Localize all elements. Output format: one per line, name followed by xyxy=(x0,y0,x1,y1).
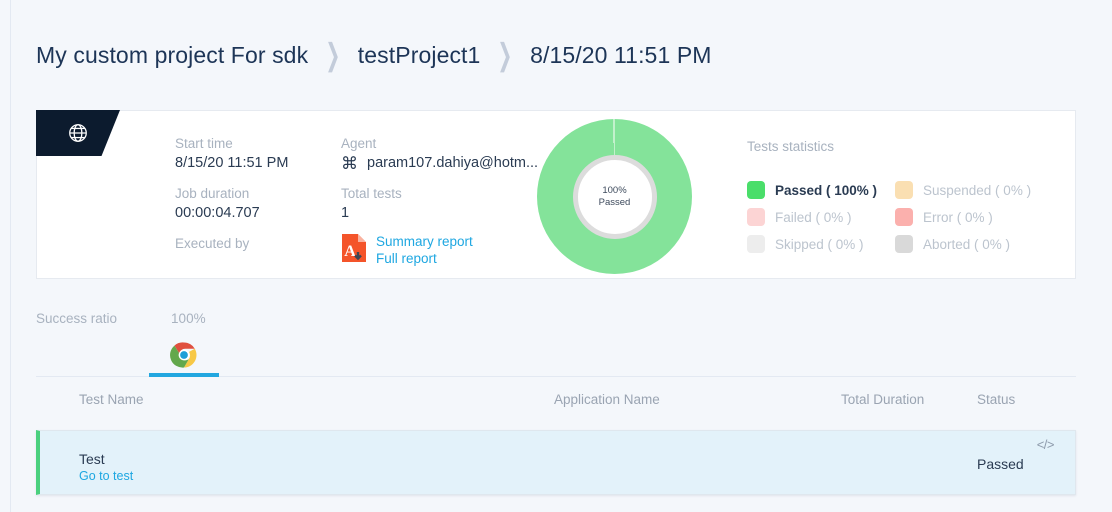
stat-color-swatch xyxy=(895,181,913,199)
success-ratio-value: 100% xyxy=(171,311,206,326)
globe-icon xyxy=(36,110,120,156)
chevron-right-icon: ❯ xyxy=(325,38,341,72)
stat-label: Skipped ( 0% ) xyxy=(775,236,864,252)
pdf-download-icon[interactable]: A xyxy=(341,233,367,268)
field-total-tests: Total tests 1 xyxy=(341,185,538,235)
breadcrumb-item-subproject[interactable]: testProject1 xyxy=(358,42,481,69)
results-table-header: Test Name Application Name Total Duratio… xyxy=(36,392,1076,422)
field-job-duration: Job duration 00:00:04.707 xyxy=(175,185,341,235)
left-rule xyxy=(10,0,11,512)
field-value: ⌘ param107.dahiya@hotm... xyxy=(341,153,538,173)
field-label: Executed by xyxy=(175,236,250,251)
chevron-right-icon: ❯ xyxy=(497,38,513,72)
breadcrumb: My custom project For sdk ❯ testProject1… xyxy=(36,38,712,72)
stat-label: Error ( 0% ) xyxy=(923,209,993,225)
results-donut-chart: 100% Passed xyxy=(537,119,692,274)
field-value: 00:00:04.707 xyxy=(175,205,260,221)
field-value: 1 xyxy=(341,205,350,221)
stat-color-swatch xyxy=(747,235,765,253)
stat-skipped[interactable]: Skipped ( 0% ) xyxy=(747,235,895,253)
summary-meta-grid: Start time 8/15/20 11:51 PM Agent ⌘ para… xyxy=(175,135,538,285)
tests-statistics: Tests statistics Passed ( 100% ) Suspend… xyxy=(747,139,1031,253)
stat-label: Aborted ( 0% ) xyxy=(923,236,1011,252)
command-icon: ⌘ xyxy=(341,153,358,173)
chrome-icon xyxy=(170,341,197,368)
stat-label: Passed ( 100% ) xyxy=(775,182,878,198)
tab-chrome[interactable] xyxy=(149,332,219,377)
browser-tab-bar xyxy=(36,332,1076,377)
success-ratio-label: Success ratio xyxy=(36,311,118,326)
tests-statistics-grid: Passed ( 100% ) Suspended ( 0% ) Failed … xyxy=(747,181,1031,253)
stat-suspended[interactable]: Suspended ( 0% ) xyxy=(895,181,1031,199)
tab-active-indicator xyxy=(149,373,219,377)
stat-color-swatch xyxy=(747,208,765,226)
stat-passed[interactable]: Passed ( 100% ) xyxy=(747,181,895,199)
field-label: Agent xyxy=(341,136,377,151)
success-ratio: Success ratio 100% xyxy=(36,311,206,326)
column-header-application-name: Application Name xyxy=(554,392,660,407)
column-header-test-name: Test Name xyxy=(79,392,144,407)
test-name-text: Test xyxy=(79,451,105,467)
field-value: 8/15/20 11:51 PM xyxy=(175,155,289,171)
field-start-time: Start time 8/15/20 11:51 PM xyxy=(175,135,341,185)
svg-text:A: A xyxy=(344,243,356,260)
execution-summary-card: Start time 8/15/20 11:51 PM Agent ⌘ para… xyxy=(36,110,1076,279)
field-label: Total tests xyxy=(341,186,402,201)
stat-failed[interactable]: Failed ( 0% ) xyxy=(747,208,895,226)
stat-color-swatch xyxy=(747,181,765,199)
field-label: Start time xyxy=(175,136,233,151)
stat-color-swatch xyxy=(895,235,913,253)
donut-percent: 100% xyxy=(602,184,627,196)
reports-block: A Summary report Full report xyxy=(341,233,538,285)
tests-statistics-title: Tests statistics xyxy=(747,139,835,154)
stat-aborted[interactable]: Aborted ( 0% ) xyxy=(895,235,1031,253)
donut-center: 100% Passed xyxy=(572,154,657,239)
summary-report-link[interactable]: Summary report xyxy=(376,233,473,250)
agent-email: param107.dahiya@hotm... xyxy=(367,155,539,171)
stat-error[interactable]: Error ( 0% ) xyxy=(895,208,1031,226)
code-icon[interactable]: </> xyxy=(1037,437,1055,452)
cell-status: Passed xyxy=(977,456,1024,472)
field-executed-by: Executed by xyxy=(175,235,341,285)
breadcrumb-item-project[interactable]: My custom project For sdk xyxy=(36,42,308,69)
donut-status: Passed xyxy=(598,196,631,208)
go-to-test-link[interactable]: Go to test xyxy=(79,468,133,485)
field-label: Job duration xyxy=(175,186,250,201)
full-report-link[interactable]: Full report xyxy=(376,250,473,267)
stat-label: Suspended ( 0% ) xyxy=(923,182,1032,198)
column-header-status: Status xyxy=(977,392,1016,407)
column-header-total-duration: Total Duration xyxy=(841,392,925,407)
field-agent: Agent ⌘ param107.dahiya@hotm... xyxy=(341,135,538,185)
stat-color-swatch xyxy=(895,208,913,226)
table-row[interactable]: Test Go to test Passed </> xyxy=(36,430,1076,495)
stat-label: Failed ( 0% ) xyxy=(775,209,852,225)
cell-test-name: Test Go to test xyxy=(79,450,133,485)
breadcrumb-item-run: 8/15/20 11:51 PM xyxy=(530,41,712,68)
